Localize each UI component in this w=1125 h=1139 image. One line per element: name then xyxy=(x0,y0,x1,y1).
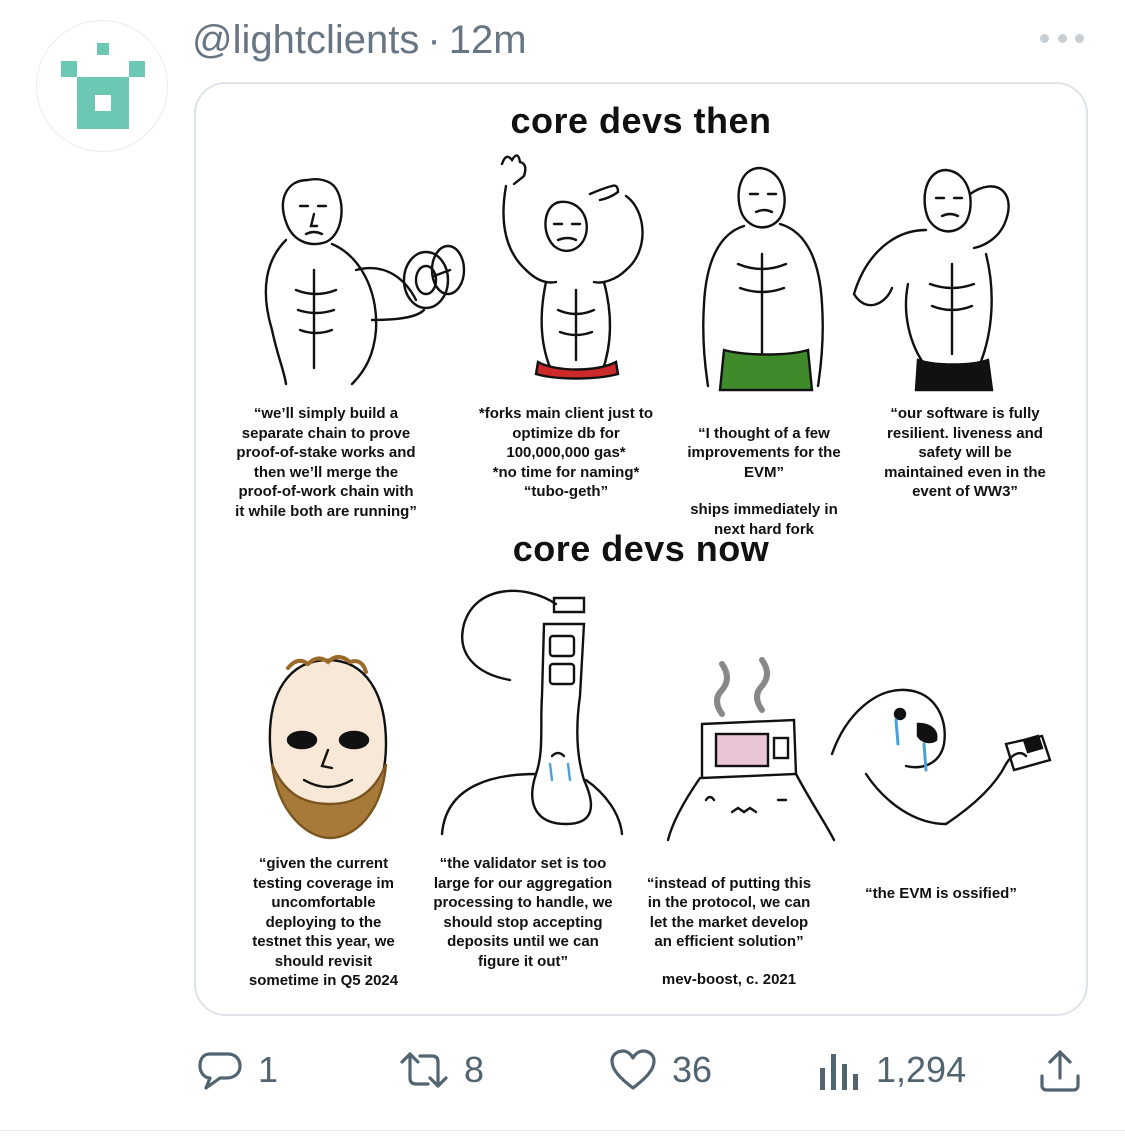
tweet-divider xyxy=(0,1130,1125,1131)
share-icon xyxy=(1040,1050,1080,1092)
reply-count: 1 xyxy=(258,1049,279,1090)
more-options-button[interactable] xyxy=(1040,26,1084,50)
meta-separator: · xyxy=(427,18,441,62)
caption-now-3-note: mev-boost, c. 2021 xyxy=(661,970,797,988)
retweet-count: 8 xyxy=(464,1049,485,1090)
wojak-dumbbell-figure xyxy=(256,170,476,400)
crying-reaching-figure xyxy=(826,674,1056,834)
caption-then-3-quote: “I thought of a few improvements for the… xyxy=(687,424,841,481)
heart-icon xyxy=(610,1049,656,1090)
wojak-green-pants-figure xyxy=(696,164,846,394)
caption-then-4: “our software is fully resilient. livene… xyxy=(884,405,1046,500)
microwave-head-figure xyxy=(662,654,842,844)
lightclients-logo-icon xyxy=(61,43,145,129)
tweet-actions: 1 8 36 1,294 xyxy=(0,1034,1125,1106)
share-button[interactable] xyxy=(1036,1034,1084,1106)
like-count: 36 xyxy=(672,1049,713,1090)
tweet: @lightclients · 12m core devs then “we’l… xyxy=(0,0,1125,1139)
retweet-icon xyxy=(400,1052,448,1088)
power-strip-head-figure xyxy=(436,584,626,844)
bearded-crying-face-figure xyxy=(258,654,398,844)
reply-icon xyxy=(198,1052,242,1090)
timestamp[interactable]: 12m xyxy=(449,20,527,60)
views-chart-icon xyxy=(820,1054,858,1090)
caption-then-2: *forks main client just to optimize db f… xyxy=(478,405,654,500)
caption-now-2: “the validator set is too large for our … xyxy=(433,855,613,970)
avatar[interactable] xyxy=(36,20,168,152)
wojak-pose-figure xyxy=(846,164,1046,394)
views-button[interactable]: 1,294 xyxy=(818,1034,966,1106)
caption-now-3: “instead of putting this in the protocol… xyxy=(634,854,824,1009)
wojak-double-bicep-figure xyxy=(486,150,666,390)
more-dot-icon xyxy=(1075,33,1084,43)
caption-now-3-quote: “instead of putting this in the protocol… xyxy=(646,874,812,951)
meme-image[interactable]: core devs then “we’ll simply build a sep… xyxy=(194,82,1088,1016)
caption-now-4: “the EVM is ossified” xyxy=(865,885,1017,902)
reply-button[interactable]: 1 xyxy=(196,1034,278,1106)
meme-title-now: core devs now xyxy=(512,528,770,569)
like-button[interactable]: 36 xyxy=(608,1034,712,1106)
more-dot-icon xyxy=(1040,33,1049,43)
more-dot-icon xyxy=(1057,33,1067,43)
caption-then-1: “we’ll simply build a separate chain to … xyxy=(235,405,417,520)
caption-now-1: “given the current testing coverage im u… xyxy=(248,855,399,989)
author-handle[interactable]: @lightclients xyxy=(192,20,419,60)
tweet-header: @lightclients · 12m xyxy=(192,10,527,70)
meme-title-then: core devs then xyxy=(510,100,772,141)
retweet-button[interactable]: 8 xyxy=(398,1034,484,1106)
views-count: 1,294 xyxy=(876,1049,967,1090)
